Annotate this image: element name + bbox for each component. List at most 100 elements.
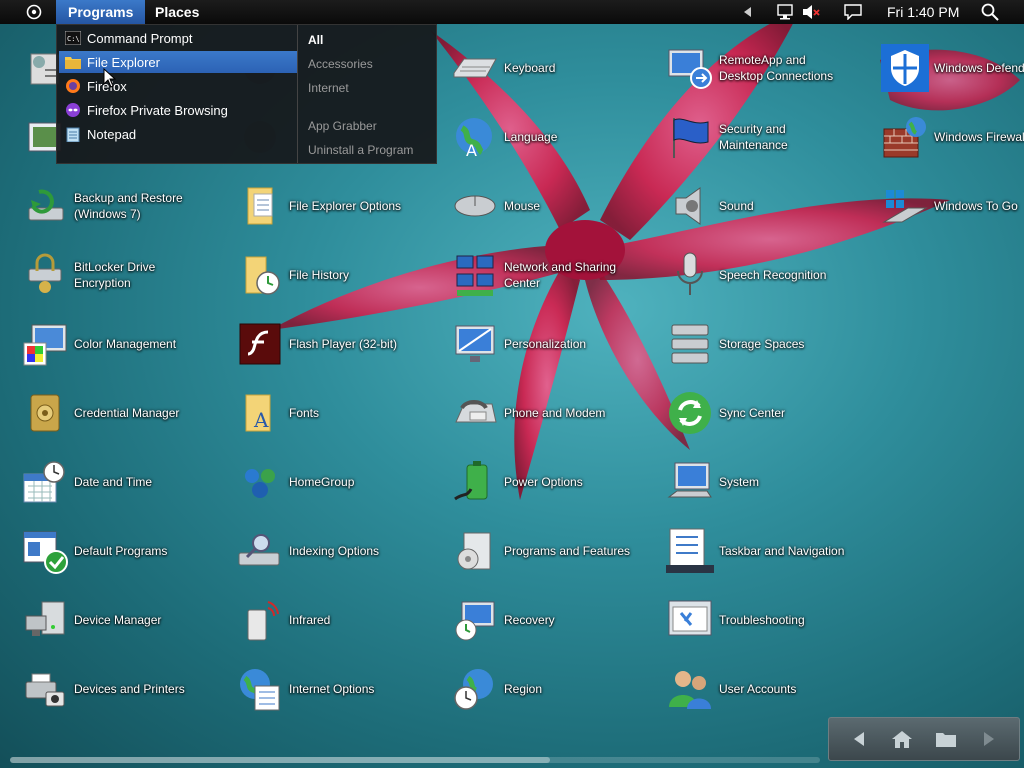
cp-item-date-time[interactable]: Date and Time	[20, 452, 230, 512]
cp-item-label: Color Management	[74, 337, 177, 351]
category-accessories[interactable]: Accessories	[308, 57, 373, 71]
cp-item-devices-printers[interactable]: Devices and Printers	[20, 659, 230, 719]
cp-item-bitlocker[interactable]: BitLocker Drive Encryption	[20, 245, 230, 305]
cp-item-language[interactable]: A Language	[450, 107, 660, 167]
infrared-icon	[235, 595, 285, 645]
microphone-icon	[665, 250, 715, 300]
notification-icon[interactable]	[842, 0, 864, 24]
cp-item-color-management[interactable]: Color Management	[20, 314, 230, 374]
program-item-firefox-private[interactable]: Firefox Private Browsing	[59, 99, 297, 121]
program-label: Firefox Private Browsing	[87, 102, 228, 118]
cp-item-troubleshooting[interactable]: Troubleshooting	[665, 590, 875, 650]
keyboard-icon	[450, 43, 500, 93]
clock[interactable]: Fri 1:40 PM	[887, 0, 959, 24]
category-uninstall[interactable]: Uninstall a Program	[308, 143, 413, 157]
cp-item-default-programs[interactable]: Default Programs	[20, 521, 230, 581]
cp-item-file-explorer-options[interactable]: File Explorer Options	[235, 176, 445, 236]
cp-item-speech-recognition[interactable]: Speech Recognition	[665, 245, 875, 305]
cp-item-mouse[interactable]: Mouse	[450, 176, 660, 236]
cp-item-backup-restore[interactable]: Backup and Restore (Windows 7)	[20, 176, 230, 236]
cp-item-label: Personalization	[504, 337, 587, 351]
program-item-firefox[interactable]: Firefox	[59, 75, 297, 97]
bottom-navigation	[828, 717, 1020, 761]
cp-item-programs-features[interactable]: Programs and Features	[450, 521, 660, 581]
credential-manager-icon	[20, 388, 70, 438]
cp-item-user-accounts[interactable]: User Accounts	[665, 659, 875, 719]
cp-item-fonts[interactable]: A Fonts	[235, 383, 445, 443]
folder-nav-icon[interactable]	[935, 730, 957, 748]
cp-item-keyboard[interactable]: Keyboard	[450, 38, 660, 98]
cp-item-label: Sound	[719, 199, 754, 213]
cp-item-sound[interactable]: Sound	[665, 176, 875, 236]
cp-item-label: Recovery	[504, 613, 555, 627]
cp-item-internet-options[interactable]: Internet Options	[235, 659, 445, 719]
cp-item-label: Storage Spaces	[719, 337, 805, 351]
arrow-left-icon[interactable]	[740, 0, 756, 24]
cp-item-device-manager[interactable]: Device Manager	[20, 590, 230, 650]
cp-item-windows-to-go[interactable]: Windows To Go	[880, 176, 1024, 236]
program-label: File Explorer	[87, 54, 160, 70]
cp-item-label: Internet Options	[289, 682, 375, 696]
program-label: Notepad	[87, 126, 137, 142]
svg-text:A: A	[253, 408, 269, 432]
windows-defender-icon	[880, 43, 930, 93]
horizontal-scrollbar[interactable]	[10, 757, 820, 763]
internet-options-icon	[235, 664, 285, 714]
cp-item-credential-manager[interactable]: Credential Manager	[20, 383, 230, 443]
places-menu-button[interactable]: Places	[143, 0, 211, 24]
power-circle-icon[interactable]	[22, 0, 46, 24]
category-internet[interactable]: Internet	[308, 81, 349, 95]
cp-item-sync-center[interactable]: Sync Center	[665, 383, 875, 443]
back-arrow-icon[interactable]	[850, 730, 868, 748]
security-flag-icon	[665, 112, 715, 162]
default-programs-icon	[20, 526, 70, 576]
category-all[interactable]: All	[308, 33, 323, 47]
cp-item-label: Region	[504, 682, 543, 696]
cp-item-security-maintenance[interactable]: Security and Maintenance	[665, 107, 875, 167]
cp-item-label: Device Manager	[74, 613, 162, 627]
cp-item-storage-spaces[interactable]: Storage Spaces	[665, 314, 875, 374]
cp-item-remoteapp[interactable]: RemoteApp and Desktop Connections	[665, 38, 875, 98]
cp-item-phone-modem[interactable]: Phone and Modem	[450, 383, 660, 443]
program-item-command-prompt[interactable]: C:\ Command Prompt	[59, 27, 297, 49]
cp-item-homegroup[interactable]: HomeGroup	[235, 452, 445, 512]
cp-item-label: User Accounts	[719, 682, 797, 696]
programs-menu-button[interactable]: Programs	[56, 0, 146, 24]
home-icon[interactable]	[891, 729, 913, 749]
forward-arrow-icon[interactable]	[980, 730, 998, 748]
cp-item-personalization[interactable]: Personalization	[450, 314, 660, 374]
top-menu-bar: Programs Places Fri 1:40 PM	[0, 0, 1024, 24]
language-icon: A	[450, 112, 500, 162]
cp-item-indexing-options[interactable]: Indexing Options	[235, 521, 445, 581]
taskbar-icon	[665, 526, 715, 576]
cp-item-taskbar-navigation[interactable]: Taskbar and Navigation	[665, 521, 875, 581]
volume-muted-icon[interactable]	[800, 0, 822, 24]
private-browsing-icon	[65, 102, 81, 118]
search-icon[interactable]	[978, 0, 1002, 24]
user-accounts-icon	[665, 664, 715, 714]
cp-item-power-options[interactable]: Power Options	[450, 452, 660, 512]
cp-item-system[interactable]: System	[665, 452, 875, 512]
cp-item-file-history[interactable]: File History	[235, 245, 445, 305]
folder-icon	[65, 54, 81, 70]
cp-item-infrared[interactable]: Infrared	[235, 590, 445, 650]
cp-item-label: Security and Maintenance	[719, 122, 788, 152]
scrollbar-thumb[interactable]	[10, 757, 550, 763]
cp-item-label: Default Programs	[74, 544, 168, 558]
fonts-icon: A	[235, 388, 285, 438]
folder-options-icon	[235, 181, 285, 231]
svg-text:A: A	[466, 141, 477, 160]
program-item-notepad[interactable]: Notepad	[59, 123, 297, 145]
cp-item-windows-firewall[interactable]: Windows Firewall	[880, 107, 1024, 167]
cp-item-network-sharing[interactable]: Network and Sharing Center	[450, 245, 660, 305]
network-icon[interactable]	[774, 0, 796, 24]
cp-item-flash-player[interactable]: Flash Player (32-bit)	[235, 314, 445, 374]
cp-item-region[interactable]: Region	[450, 659, 660, 719]
cp-item-label: Windows Firewall	[934, 130, 1024, 144]
category-app-grabber[interactable]: App Grabber	[308, 119, 377, 133]
cp-item-recovery[interactable]: Recovery	[450, 590, 660, 650]
svg-text:C:\: C:\	[67, 35, 80, 43]
cp-item-label: Mouse	[504, 199, 541, 213]
cp-item-windows-defender[interactable]: Windows Defend	[880, 38, 1024, 98]
program-item-file-explorer[interactable]: File Explorer	[59, 51, 297, 73]
